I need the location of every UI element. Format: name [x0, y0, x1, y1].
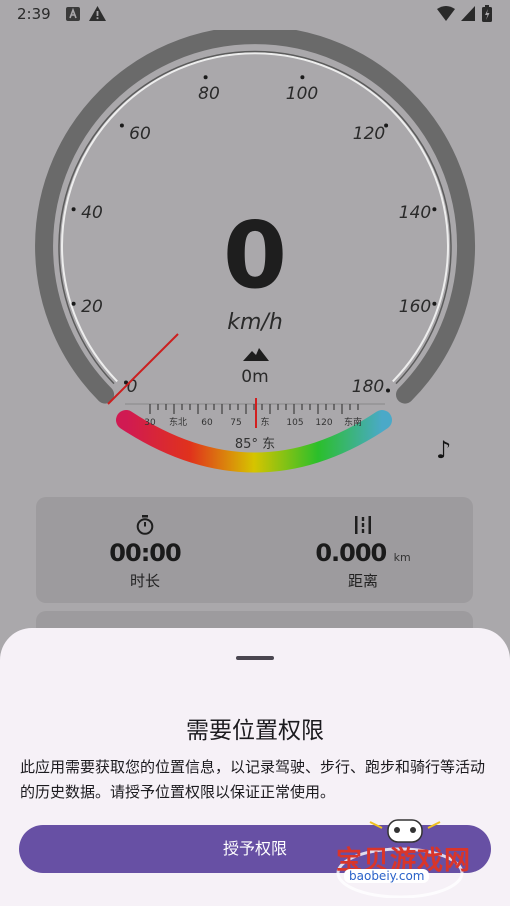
tick-label-80: 80: [198, 84, 220, 104]
watermark-url: baobeiy.com: [344, 869, 430, 883]
compass-label: 东北: [169, 416, 187, 428]
status-time: 2:39: [17, 5, 51, 23]
trip-stats-card: 00:00 时长 0.000 km 距离: [36, 497, 473, 603]
compass-label: 120: [315, 418, 332, 428]
road-icon: [254, 515, 472, 539]
speed-unit: km/h: [227, 310, 283, 335]
heading-readout: 85° 东: [234, 437, 276, 452]
battery-icon: [482, 5, 492, 26]
stopwatch-icon: [36, 515, 254, 539]
distance-label: 距离: [347, 572, 378, 590]
tick-dot-100: [300, 75, 305, 80]
tick-dot-20: [71, 301, 76, 306]
compass-label: 60: [201, 418, 213, 428]
drag-handle[interactable]: [236, 656, 274, 660]
tick-dot-160: [432, 301, 437, 306]
compass-label: 30: [144, 418, 156, 428]
tick-label-100: 100: [286, 84, 318, 104]
sheet-title: 需要位置权限: [186, 718, 324, 744]
duration-stat: 00:00 时长: [36, 497, 254, 591]
tick-dot-180: [386, 388, 390, 393]
compass-label: 105: [286, 418, 303, 428]
distance-display: 0.000 km: [254, 539, 472, 567]
distance-stat: 0.000 km 距离: [254, 497, 472, 591]
duration-label: 时长: [129, 572, 160, 590]
duration-value: 00:00: [109, 539, 181, 567]
compass-label: 东南: [344, 416, 362, 428]
sheet-body: 此应用需要获取您的位置信息，以记录驾驶、步行、跑步和骑行等活动的历史数据。请授予…: [20, 758, 486, 801]
tick-dot-80: [203, 75, 208, 80]
tick-label-60: 60: [129, 124, 151, 144]
tick-label-120: 120: [353, 124, 385, 144]
compass-label: 东: [260, 416, 269, 428]
wifi-icon: [437, 6, 455, 25]
distance-value: 0.000: [315, 539, 387, 567]
altitude-mountain-icon: [243, 348, 269, 361]
tick-dot-60: [119, 123, 124, 128]
compass-label: 75: [230, 418, 241, 428]
speed-value: 0: [222, 202, 287, 309]
warning-icon: [89, 6, 106, 25]
app-notification-icon: [66, 6, 80, 25]
status-bar: 2:39: [0, 0, 510, 30]
signal-icon: [461, 6, 475, 25]
music-note-icon[interactable]: ♪: [436, 436, 451, 464]
distance-unit: km: [393, 551, 411, 564]
altitude-value: 0m: [241, 367, 269, 387]
